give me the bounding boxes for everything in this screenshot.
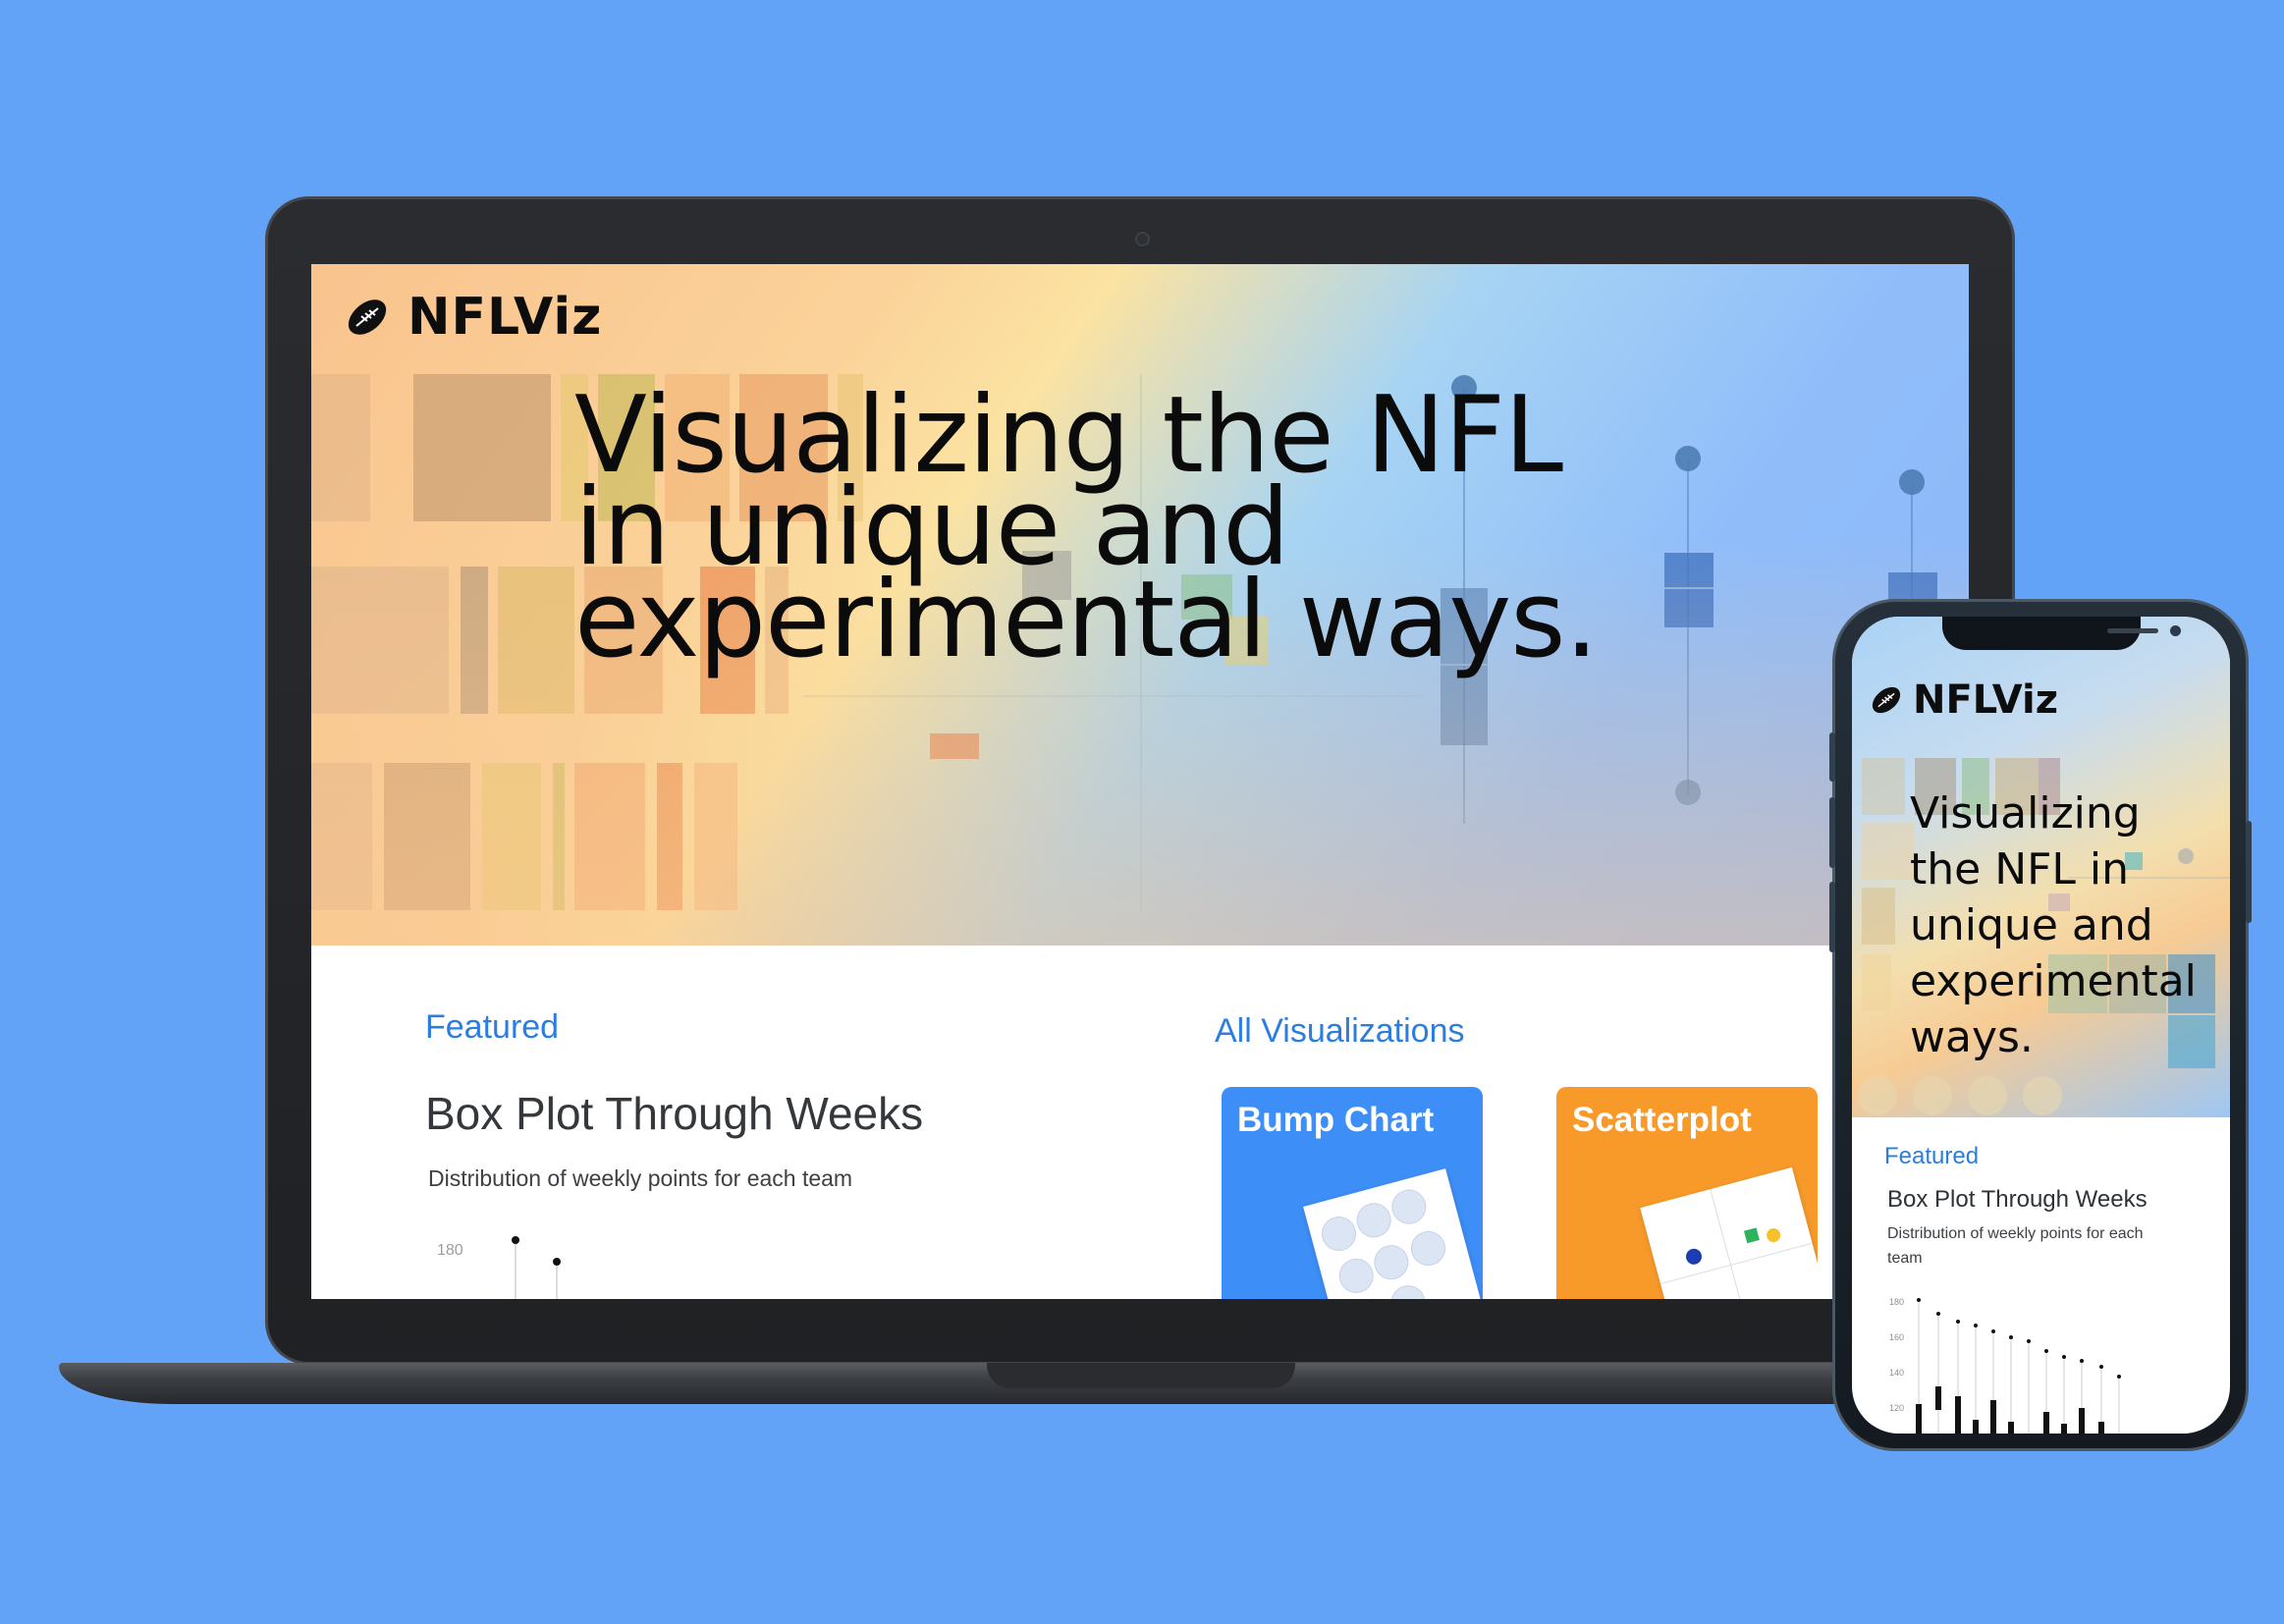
mobile-hero-headline: Visualizing the NFL in unique and experi… <box>1910 788 2197 1062</box>
featured-title[interactable]: Box Plot Through Weeks <box>425 1087 923 1140</box>
scatterplot-card[interactable]: Scatterplot <box>1556 1087 1818 1299</box>
laptop-screen: NFLViz Visualizing the NFL in unique and… <box>311 264 1969 1299</box>
phone-mute-button <box>1829 732 1835 782</box>
boxplot-axis-tick: 180 <box>437 1242 463 1259</box>
mobile-featured-heading: Featured <box>1884 1143 1980 1169</box>
mobile-featured-title[interactable]: Box Plot Through Weeks <box>1887 1186 2148 1214</box>
mobile-brand-logo[interactable]: NFLViz <box>1870 677 2058 723</box>
featured-heading: Featured <box>425 1008 560 1046</box>
football-icon <box>348 299 387 335</box>
mobile-boxplot-preview <box>1916 1298 2121 1434</box>
scatterplot-thumbnail <box>1640 1166 1818 1299</box>
phone-camera <box>2170 625 2181 636</box>
brand-name: NFLViz <box>408 288 603 347</box>
phone-power-button <box>2246 821 2252 923</box>
phone-screen: NFLViz Visualizing the NFL in unique and… <box>1852 617 2230 1434</box>
football-icon <box>1872 686 1901 714</box>
featured-description: Distribution of weekly points for each t… <box>428 1165 853 1191</box>
scatterplot-card-label: Scatterplot <box>1572 1101 1752 1139</box>
bump-chart-thumbnail <box>1303 1168 1483 1299</box>
phone-notch <box>1942 617 2181 650</box>
laptop-trackpad-notch <box>987 1363 1295 1388</box>
bump-chart-card[interactable]: Bump Chart <box>1222 1087 1483 1299</box>
mobile-brand-name: NFLViz <box>1913 677 2059 723</box>
hero-section: NFLViz Visualizing the NFL in unique and… <box>311 264 1969 946</box>
hero-headline-line-3: experimental ways. <box>574 559 1599 681</box>
mobile-hero-section: NFLViz Visualizing the NFL in unique and… <box>1852 617 2230 1117</box>
featured-boxplot-preview <box>512 1236 561 1299</box>
bump-chart-card-label: Bump Chart <box>1237 1101 1435 1139</box>
mobile-featured-description: Distribution of weekly points for each t… <box>1887 1225 2144 1267</box>
brand-logo[interactable]: NFLViz <box>345 288 602 347</box>
phone-speaker <box>2107 628 2158 633</box>
phone-volume-down-button <box>1829 882 1835 952</box>
laptop-camera <box>1135 232 1150 246</box>
all-visualizations-heading: All Visualizations <box>1215 1012 1465 1050</box>
phone-volume-up-button <box>1829 797 1835 868</box>
